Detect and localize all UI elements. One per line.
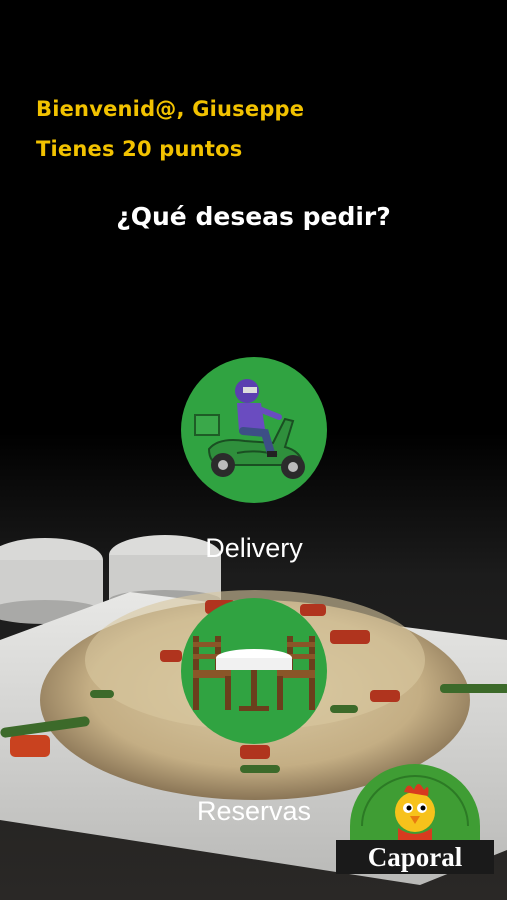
caporal-logo: Caporal	[336, 756, 494, 874]
delivery-circle[interactable]	[181, 357, 327, 503]
order-question-heading: ¿Qué deseas pedir?	[116, 202, 391, 231]
points-balance: Tienes 20 puntos	[36, 137, 243, 161]
welcome-message: Bienvenid@, Giuseppe	[36, 97, 305, 121]
table-chairs-icon	[193, 636, 315, 711]
delivery-option-button[interactable]: Delivery	[181, 357, 327, 563]
reservations-circle[interactable]	[181, 598, 327, 744]
delivery-scooter-icon	[194, 379, 305, 479]
reservations-option-button[interactable]: Reservas	[181, 598, 327, 826]
delivery-label: Delivery	[205, 533, 303, 563]
caporal-logo-wordmark: Caporal	[367, 842, 463, 872]
